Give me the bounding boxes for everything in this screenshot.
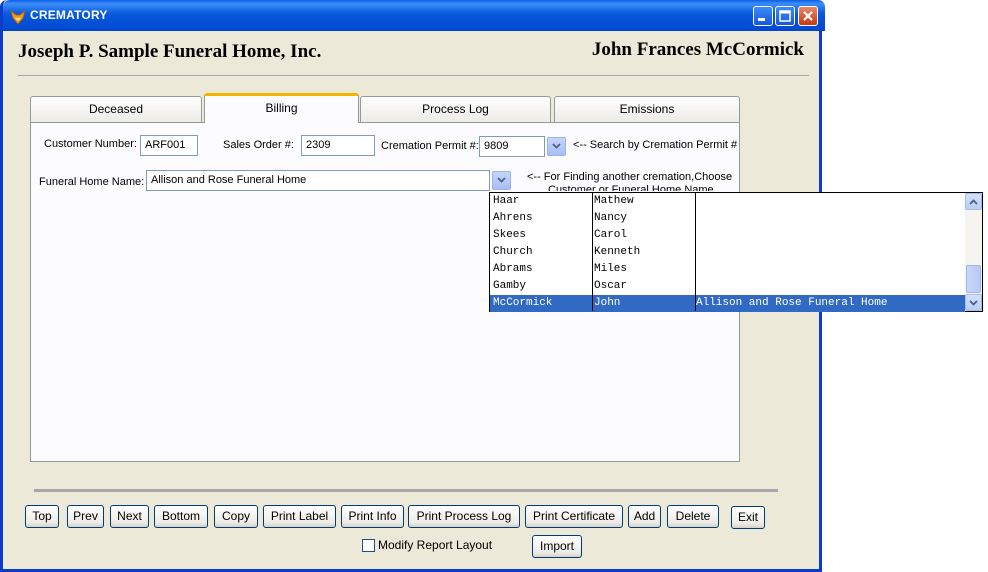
funeral-home-dropdown-button[interactable] (492, 171, 511, 190)
list-item[interactable]: Abrams Miles (490, 261, 965, 278)
add-button[interactable]: Add (628, 505, 661, 528)
list-item-last-name: Skees (493, 229, 527, 241)
cremation-permit-field[interactable]: 9809 (479, 136, 545, 157)
copy-button[interactable]: Copy (214, 505, 258, 528)
sales-order-field[interactable]: 2309 (301, 135, 375, 156)
funeral-home-hint-line2: Customer or Funeral Home Name (548, 184, 714, 191)
list-item-last-name: Abrams (493, 263, 533, 275)
list-item[interactable]: Haar Mathew (490, 193, 965, 210)
list-item-first-name: Oscar (594, 280, 628, 292)
print-info-button[interactable]: Print Info (341, 505, 404, 528)
funeral-home-dropdown-list[interactable]: Haar Mathew Ahrens Nancy Skees Carol Chu… (489, 192, 983, 312)
funeral-home-hint-line1: <-- For Finding another cremation,Choose (527, 171, 733, 183)
list-item-first-name: Miles (594, 263, 628, 275)
tab-emissions[interactable]: Emissions (554, 96, 740, 122)
list-item-first-name: Nancy (594, 212, 628, 224)
permit-search-hint: <-- Search by Cremation Permit # (573, 139, 738, 151)
deceased-name-heading: John Frances McCormick (591, 39, 804, 60)
next-button[interactable]: Next (110, 505, 149, 528)
funeral-home-name-field[interactable]: Allison and Rose Funeral Home (146, 170, 490, 191)
minimize-icon (758, 18, 765, 21)
funeral-home-heading: Joseph P. Sample Funeral Home, Inc. (18, 41, 322, 62)
list-item-funeral-home: Allison and Rose Funeral Home (696, 297, 888, 309)
list-item-selected[interactable]: McCormick John Allison and Rose Funeral … (490, 295, 965, 312)
scroll-thumb[interactable] (966, 265, 981, 293)
print-process-log-button[interactable]: Print Process Log (408, 505, 520, 528)
list-item-last-name: Church (493, 246, 533, 258)
customer-number-field[interactable]: ARF001 (140, 135, 198, 156)
funeral-home-name-label: Funeral Home Name: (39, 176, 145, 188)
print-label-button[interactable]: Print Label (263, 505, 336, 528)
list-item-last-name: McCormick (493, 297, 553, 309)
list-item[interactable]: Ahrens Nancy (490, 210, 965, 227)
title-bar[interactable]: CREMATORY (3, 0, 825, 31)
scroll-up-button[interactable] (965, 193, 982, 210)
exit-button[interactable]: Exit (731, 506, 765, 529)
list-item-last-name: Gamby (493, 280, 527, 292)
sales-order-label: Sales Order #: (223, 139, 294, 151)
close-button[interactable] (798, 6, 818, 26)
delete-button[interactable]: Delete (667, 505, 719, 528)
scroll-up-arrow-icon (969, 199, 978, 205)
fox-icon (10, 9, 26, 25)
list-item-last-name: Ahrens (493, 212, 533, 224)
print-certificate-button[interactable]: Print Certificate (525, 505, 623, 528)
header-divider (18, 75, 809, 76)
list-item-first-name: John (594, 297, 621, 309)
column-divider (695, 193, 696, 311)
tab-billing[interactable]: Billing (204, 93, 359, 123)
list-item-first-name: Mathew (594, 195, 634, 207)
modify-report-layout-label[interactable]: Modify Report Layout (378, 538, 492, 552)
column-divider (592, 193, 593, 311)
close-icon (803, 11, 813, 21)
bottom-button[interactable]: Bottom (154, 505, 208, 528)
bottom-divider (34, 489, 778, 492)
list-item[interactable]: Church Kenneth (490, 244, 965, 261)
customer-number-label: Customer Number: (44, 138, 137, 150)
tab-deceased[interactable]: Deceased (30, 96, 202, 122)
list-item-last-name: Haar (493, 195, 520, 207)
import-button[interactable]: Import (532, 535, 582, 558)
window-title: CREMATORY (30, 8, 108, 22)
list-item[interactable]: Gamby Oscar (490, 278, 965, 295)
chevron-down-icon (552, 143, 561, 149)
list-item[interactable]: Skees Carol (490, 227, 965, 244)
dropdown-scrollbar[interactable] (965, 193, 982, 311)
cremation-permit-dropdown-button[interactable] (547, 137, 566, 156)
minimize-button[interactable] (753, 6, 773, 26)
list-item-first-name: Kenneth (594, 246, 641, 258)
tab-process-log[interactable]: Process Log (360, 96, 551, 122)
top-button[interactable]: Top (25, 505, 59, 528)
prev-button[interactable]: Prev (67, 505, 104, 528)
maximize-button[interactable] (775, 6, 795, 26)
list-item-first-name: Carol (594, 229, 628, 241)
maximize-icon (779, 10, 791, 22)
modify-report-layout-checkbox[interactable] (362, 539, 375, 552)
scroll-down-arrow-icon (969, 300, 978, 306)
scroll-down-button[interactable] (965, 294, 982, 311)
chevron-down-icon (497, 177, 506, 183)
cremation-permit-label: Cremation Permit #: (381, 140, 479, 152)
